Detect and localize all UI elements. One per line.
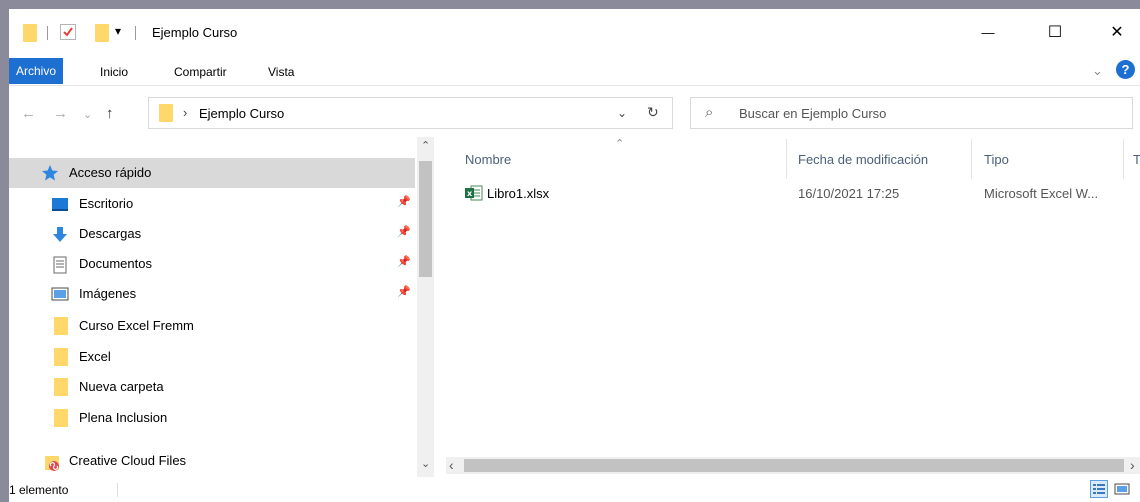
details-view-icon[interactable]: [1090, 480, 1108, 498]
nav-label: Creative Cloud Files: [69, 453, 187, 468]
properties-check-icon[interactable]: [60, 24, 76, 40]
window-title: Ejemplo Curso: [152, 25, 238, 40]
nav-item-curso-excel-fremm[interactable]: Curso Excel Fremm: [9, 311, 415, 341]
item-count: 1 elemento: [9, 483, 69, 497]
status-separator: [117, 483, 118, 497]
nav-label: Nueva carpeta: [79, 379, 164, 394]
nav-label: Excel: [79, 349, 111, 364]
search-input[interactable]: Buscar en Ejemplo Curso: [739, 106, 886, 121]
recent-locations-icon[interactable]: ⌄: [83, 108, 92, 121]
nav-item-plena-inclusion[interactable]: Plena Inclusion: [9, 403, 415, 433]
new-folder-icon[interactable]: [95, 24, 109, 42]
up-icon[interactable]: ↑: [106, 105, 114, 122]
expand-ribbon-icon[interactable]: ⌄: [1092, 63, 1103, 79]
nav-item-escritorio[interactable]: Escritorio 📌: [9, 189, 415, 219]
star-icon: [41, 164, 59, 182]
nav-scrollbar-thumb[interactable]: [419, 161, 432, 277]
pin-icon[interactable]: 📌: [397, 285, 411, 298]
folder-icon: [54, 348, 68, 366]
title-bar: ▾ Ejemplo Curso — ☐ ✕: [9, 9, 1140, 55]
nav-quick-access[interactable]: Acceso rápido: [9, 158, 415, 188]
qat-dropdown-icon[interactable]: ▾: [115, 24, 121, 38]
nav-label: Imágenes: [79, 286, 137, 301]
address-dropdown-icon[interactable]: ⌄: [617, 106, 627, 120]
column-header-nombre[interactable]: Nombre: [465, 152, 511, 167]
folder-icon: [23, 24, 37, 42]
column-separator[interactable]: [971, 139, 972, 179]
folder-icon: [54, 378, 68, 396]
nav-label: Curso Excel Fremm: [79, 318, 194, 333]
help-icon[interactable]: ?: [1116, 60, 1135, 79]
scroll-up-icon[interactable]: ⌃: [421, 139, 430, 152]
file-type: Microsoft Excel W...: [984, 186, 1099, 201]
list-scrollbar-thumb[interactable]: [464, 459, 1124, 472]
file-name: Libro1.xlsx: [487, 186, 550, 201]
minimize-button[interactable]: —: [965, 9, 1011, 55]
nav-label: Escritorio: [79, 196, 134, 211]
column-separator[interactable]: [1123, 139, 1124, 179]
qat-separator: [47, 26, 48, 40]
search-box[interactable]: ⌕ Buscar en Ejemplo Curso: [690, 97, 1133, 129]
scroll-left-icon[interactable]: ‹: [449, 457, 454, 473]
scroll-right-icon[interactable]: ›: [1130, 457, 1135, 473]
pictures-icon: [51, 286, 69, 302]
tab-compartir[interactable]: Compartir: [174, 60, 227, 84]
nav-label: Acceso rápido: [69, 165, 152, 180]
breadcrumb-current[interactable]: Ejemplo Curso: [199, 106, 284, 121]
maximize-button[interactable]: ☐: [1032, 9, 1078, 55]
column-header-tipo[interactable]: Tipo: [984, 152, 1009, 167]
column-header-tamano[interactable]: T: [1133, 152, 1140, 167]
nav-item-documentos[interactable]: Documentos 📌: [9, 249, 415, 279]
close-button[interactable]: ✕: [1094, 9, 1140, 55]
download-icon: [51, 226, 69, 242]
nav-item-imagenes[interactable]: Imágenes 📌: [9, 279, 415, 309]
pin-icon[interactable]: 📌: [397, 255, 411, 268]
file-explorer-window: ▾ Ejemplo Curso — ☐ ✕ Archivo Inicio Com…: [9, 9, 1140, 502]
nav-item-nueva-carpeta[interactable]: Nueva carpeta: [9, 372, 415, 402]
search-icon: ⌕: [705, 104, 714, 121]
nav-label: Descargas: [79, 226, 142, 241]
large-icons-view-icon[interactable]: [1113, 480, 1131, 498]
ribbon-divider: [9, 85, 1140, 86]
title-separator: [135, 26, 136, 40]
nav-item-excel[interactable]: Excel: [9, 342, 415, 372]
tab-archivo[interactable]: Archivo: [9, 58, 63, 84]
nav-label: Plena Inclusion: [79, 410, 168, 425]
folder-icon: [54, 317, 68, 335]
folder-icon: [159, 104, 173, 122]
address-bar[interactable]: › Ejemplo Curso ⌄ ↻: [148, 97, 673, 129]
status-bar: 1 elemento: [9, 477, 1140, 502]
svg-text:x: x: [467, 189, 473, 198]
nav-item-descargas[interactable]: Descargas 📌: [9, 219, 415, 249]
desktop-icon: [51, 196, 69, 212]
breadcrumb-chevron-icon[interactable]: ›: [183, 105, 187, 120]
pin-icon[interactable]: 📌: [397, 225, 411, 238]
column-separator[interactable]: [786, 139, 787, 179]
excel-file-icon: x: [465, 185, 483, 201]
table-row[interactable]: x Libro1.xlsx 16/10/2021 17:25 Microsoft…: [457, 179, 1140, 207]
tab-inicio[interactable]: Inicio: [100, 60, 128, 84]
scroll-down-icon[interactable]: ⌄: [421, 457, 430, 470]
nav-label: Documentos: [79, 256, 152, 271]
document-icon: [51, 256, 69, 274]
refresh-icon[interactable]: ↻: [647, 104, 659, 121]
creative-cloud-icon: [43, 452, 63, 472]
file-modified: 16/10/2021 17:25: [798, 186, 900, 201]
back-icon[interactable]: ←: [21, 105, 36, 122]
column-header-fecha[interactable]: Fecha de modificación: [798, 152, 928, 167]
forward-icon[interactable]: →: [53, 105, 68, 122]
folder-icon: [54, 409, 68, 427]
nav-item-creative-cloud[interactable]: Creative Cloud Files: [9, 446, 415, 476]
sort-indicator-icon: ⌃: [615, 138, 625, 150]
tab-vista[interactable]: Vista: [268, 60, 294, 84]
pin-icon[interactable]: 📌: [397, 195, 411, 208]
